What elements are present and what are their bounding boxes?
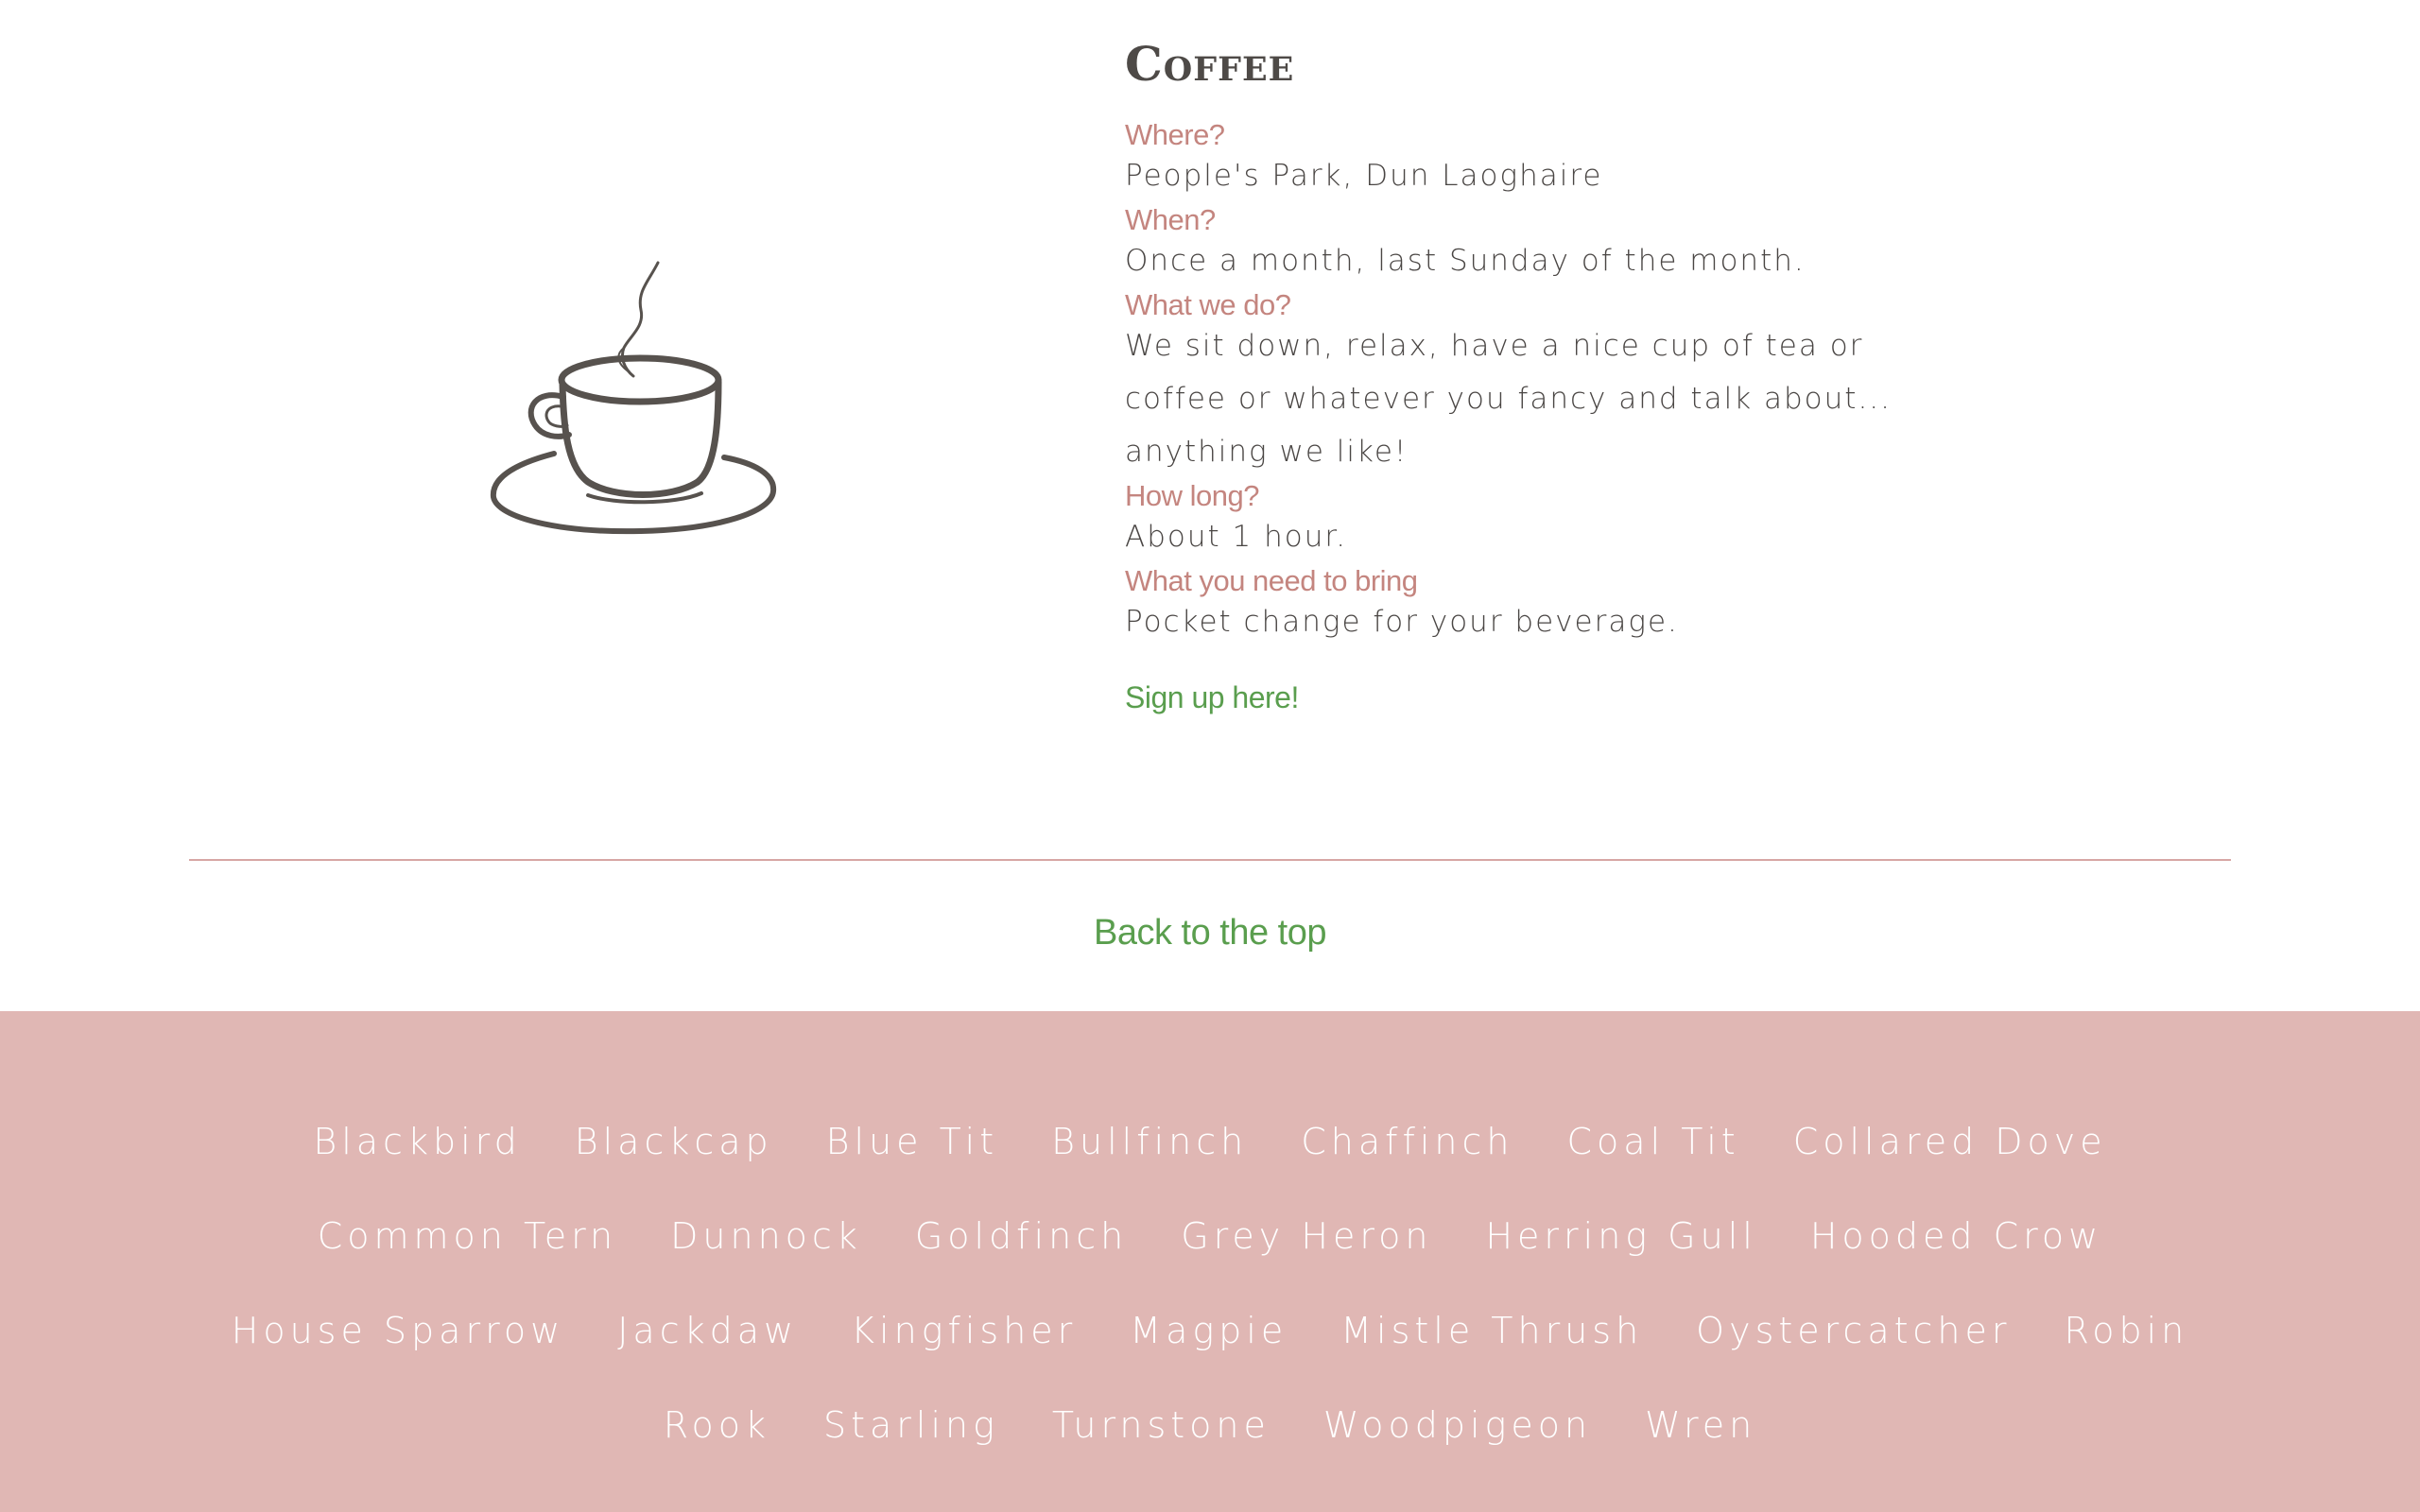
event-title: Coffee: [1125, 36, 1295, 92]
footer-bird-link[interactable]: Oystercatcher: [1696, 1283, 2011, 1378]
footer-bird-link[interactable]: Coal Tit: [1567, 1094, 1740, 1189]
footer-bird-link[interactable]: Turnstone: [1052, 1378, 1270, 1472]
footer-bird-link[interactable]: Collared Dove: [1793, 1094, 2107, 1189]
footer-bird-link[interactable]: Grey Heron: [1181, 1189, 1432, 1283]
footer-bird-link[interactable]: Blue Tit: [826, 1094, 998, 1189]
answer-where: People's Park, Dun Laoghaire: [1125, 159, 1603, 193]
footer-bird-link[interactable]: Magpie: [1130, 1283, 1288, 1378]
question-when: When?: [1125, 203, 1216, 236]
footer-bird-link[interactable]: Blackbird: [313, 1094, 521, 1189]
answer-when: Once a month, last Sunday of the month.: [1125, 244, 1806, 278]
event-section: Coffee Where? People's Park, Dun Laoghai…: [0, 0, 2420, 813]
footer-bird-link[interactable]: Common Tern: [318, 1189, 617, 1283]
footer-bird-link[interactable]: Bullfinch: [1051, 1094, 1248, 1189]
footer-bird-link[interactable]: Robin: [2065, 1283, 2189, 1378]
answer-what-to-bring: Pocket change for your beverage.: [1125, 605, 1679, 639]
footer-bird-link[interactable]: House Sparrow: [232, 1283, 564, 1378]
back-to-top-link[interactable]: Back to the top: [1094, 913, 1327, 953]
footer-bird-link[interactable]: Chaffinch: [1301, 1094, 1513, 1189]
back-to-top-container: Back to the top: [0, 913, 2420, 954]
section-divider: [189, 859, 2231, 861]
question-what-we-do: What we do?: [1125, 288, 1291, 321]
answer-what-we-do: We sit down, relax, have a nice cup of t…: [1125, 329, 1893, 469]
question-what-to-bring: What you need to bring: [1125, 564, 1418, 597]
footer-bird-link[interactable]: Woodpigeon: [1323, 1378, 1592, 1472]
footer: Blackbird Blackcap Blue Tit Bullfinch Chaffi…: [0, 1011, 2420, 1512]
footer-bird-link[interactable]: Starling: [823, 1378, 999, 1472]
footer-bird-link[interactable]: Mistle Thrush: [1340, 1283, 1643, 1378]
footer-bird-link[interactable]: Herring Gull: [1485, 1189, 1756, 1283]
footer-bird-link[interactable]: Hooded Crow: [1810, 1189, 2102, 1283]
coffee-cup-icon: [482, 257, 785, 541]
footer-bird-link[interactable]: Jackdaw: [617, 1283, 798, 1378]
footer-bird-link[interactable]: Goldfinch: [915, 1189, 1128, 1283]
question-where: Where?: [1125, 118, 1225, 151]
footer-bird-link[interactable]: Kingfisher: [851, 1283, 1077, 1378]
footer-bird-link[interactable]: Wren: [1645, 1378, 1756, 1472]
footer-bird-link[interactable]: Rook: [664, 1378, 770, 1472]
bird-nav: Blackbird Blackcap Blue Tit Bullfinch Chaffi…: [142, 1094, 2278, 1472]
answer-how-long: About 1 hour.: [1125, 520, 1348, 554]
event-details: Coffee Where? People's Park, Dun Laoghai…: [1125, 38, 1976, 715]
footer-bird-link[interactable]: Dunnock: [670, 1189, 862, 1283]
signup-link[interactable]: Sign up here!: [1125, 680, 1299, 715]
question-how-long: How long?: [1125, 479, 1259, 512]
footer-bird-link[interactable]: Blackcap: [575, 1094, 773, 1189]
